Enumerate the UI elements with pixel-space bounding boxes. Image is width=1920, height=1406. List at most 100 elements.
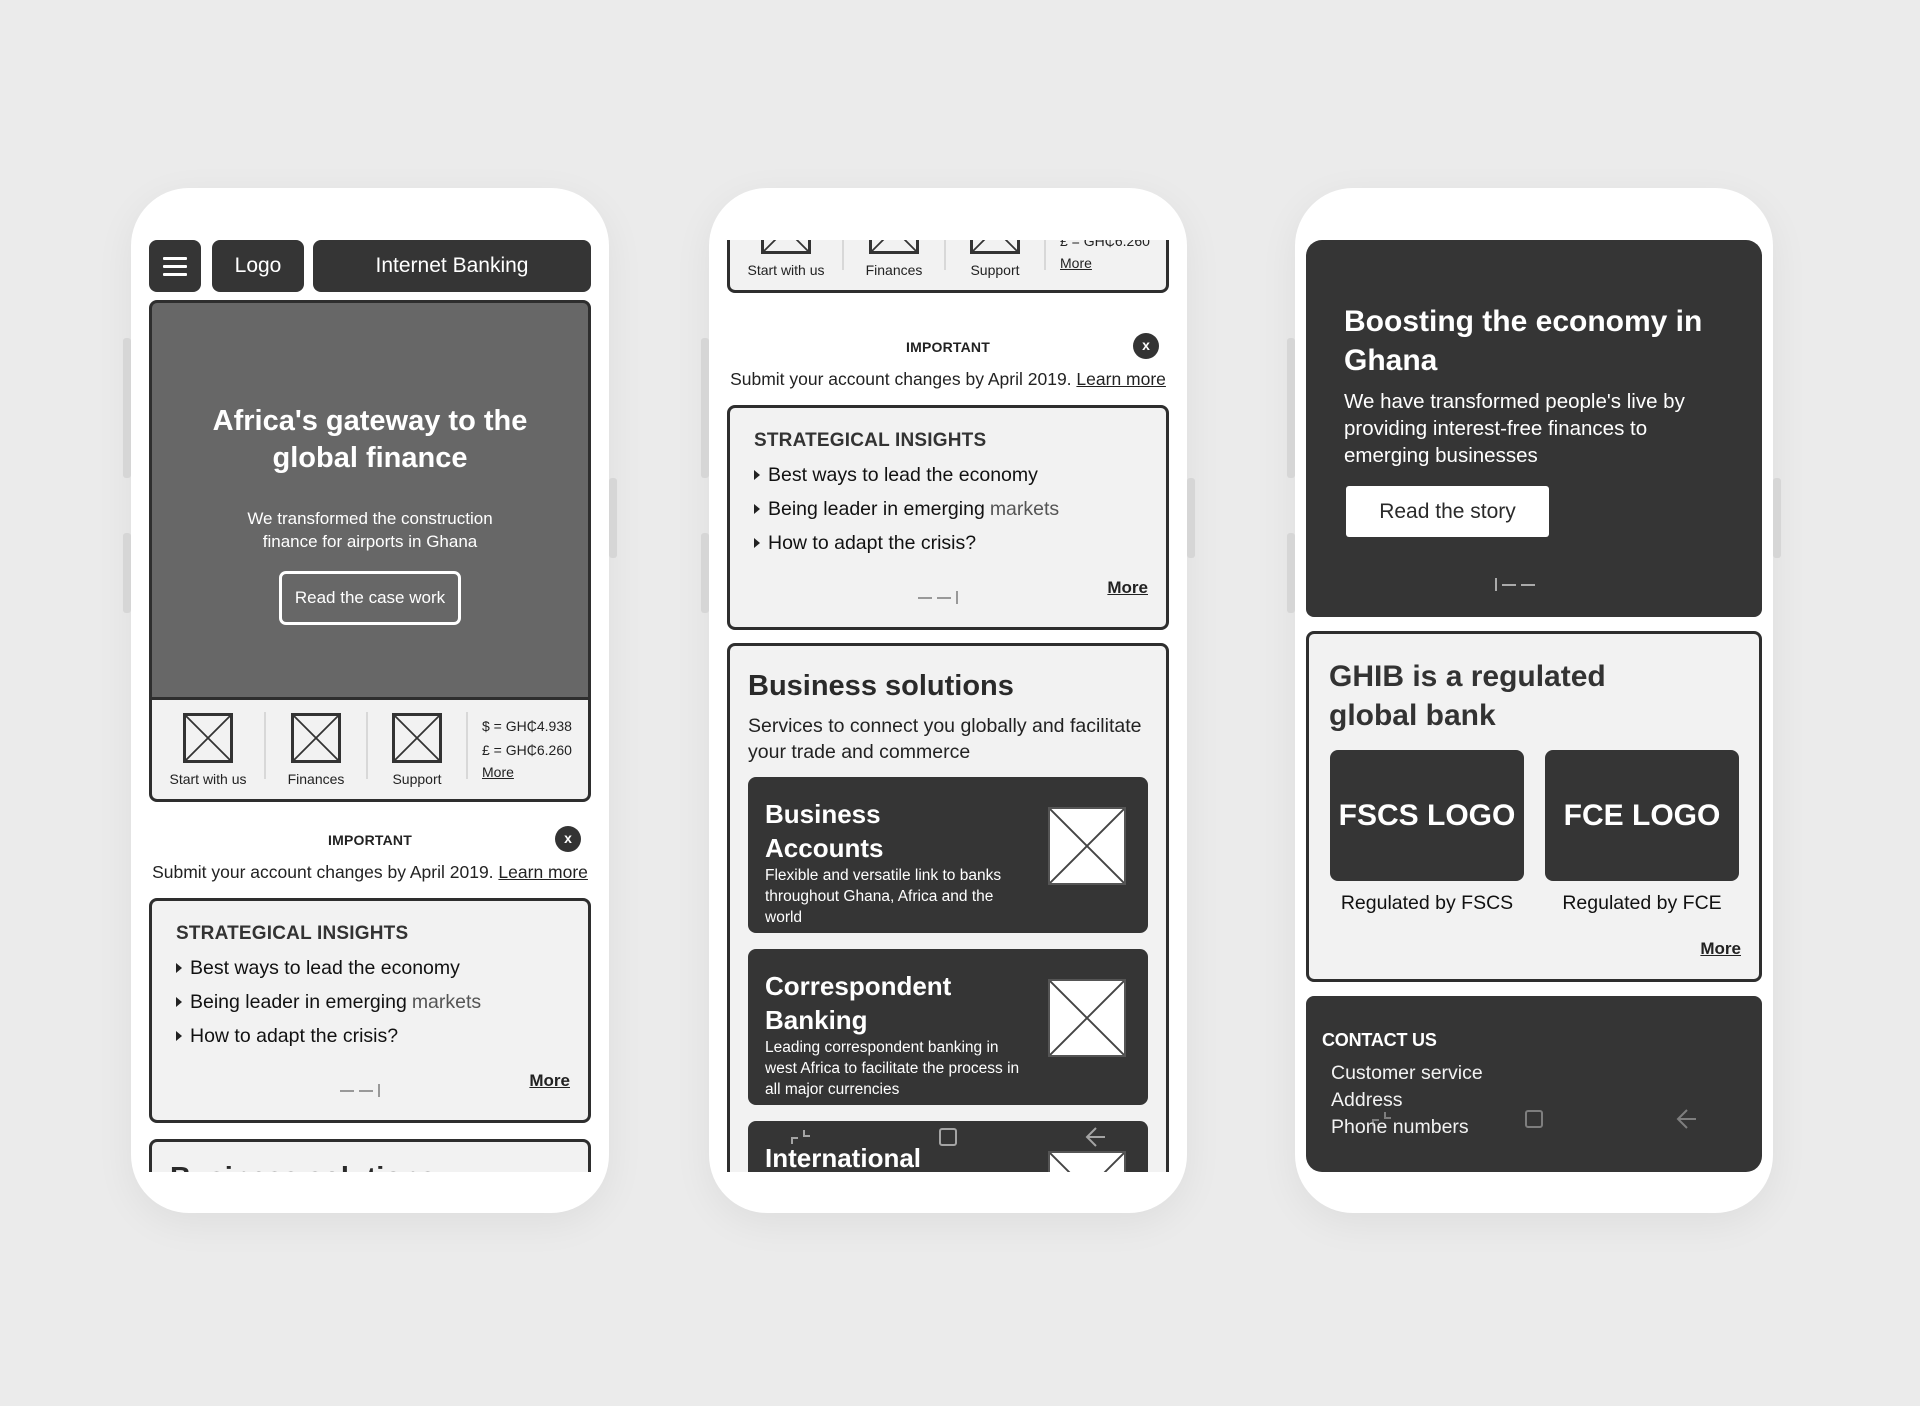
- phone-side-button: [1287, 533, 1295, 613]
- close-notice-button[interactable]: x: [1133, 333, 1159, 359]
- insight-item[interactable]: How to adapt the crisis?: [754, 526, 1166, 560]
- quick-link-finances[interactable]: Finances: [266, 700, 366, 799]
- image-placeholder-icon: [291, 713, 341, 763]
- important-notice: IMPORTANT x Submit your account changes …: [727, 333, 1169, 390]
- quick-link-finances[interactable]: Finances: [844, 240, 944, 290]
- quick-link-start[interactable]: Start with us: [730, 240, 842, 290]
- back-icon[interactable]: [1082, 1124, 1108, 1150]
- insights-title: STRATEGICAL INSIGHTS: [176, 923, 409, 944]
- caret-right-icon: [754, 470, 760, 480]
- phone-side-button: [701, 533, 709, 613]
- phone-side-button: [1773, 478, 1781, 558]
- business-solutions-card: Business solutions Services to connect y…: [727, 643, 1169, 1172]
- service-description: Flexible and versatile link to banks thr…: [765, 867, 1002, 926]
- phone-side-button: [1287, 338, 1295, 478]
- insights-more-link[interactable]: More: [1107, 578, 1148, 598]
- close-notice-button[interactable]: x: [555, 826, 581, 852]
- exchange-rates: $ = GH₵4.938 £ = GH₵6.260 More: [468, 700, 572, 799]
- insights-more-link[interactable]: More: [529, 1071, 570, 1091]
- business-solutions-subtitle: Services to connect you globally and fac…: [748, 715, 1142, 763]
- contact-us-section: CONTACT US Customer service Address Phon…: [1306, 996, 1762, 1172]
- quick-link-start[interactable]: Start with us: [152, 700, 264, 799]
- hamburger-icon: [163, 252, 187, 281]
- rates-more-link[interactable]: More: [1060, 253, 1150, 273]
- rate-usd: $ = GH₵4.938: [482, 718, 572, 734]
- phone-mockup-2: Start with us Finances Support $ = GH₵4.…: [701, 188, 1195, 1213]
- story-text: We have transformed people's live by pro…: [1344, 390, 1685, 467]
- contact-link-customer-service[interactable]: Customer service: [1331, 1060, 1483, 1087]
- learn-more-link[interactable]: Learn more: [498, 862, 588, 882]
- image-placeholder-icon: [1048, 807, 1126, 885]
- caret-right-icon: [754, 504, 760, 514]
- service-card-business-accounts[interactable]: Business Accounts Flexible and versatile…: [748, 777, 1148, 933]
- quick-links-bar: Start with us Finances Support $ = GH₵4.…: [727, 240, 1169, 293]
- insight-item[interactable]: Being leader in emerging markets: [176, 985, 588, 1019]
- home-icon[interactable]: [935, 1124, 961, 1150]
- phone-side-button: [123, 338, 131, 478]
- phone-side-button: [701, 338, 709, 478]
- phone-side-button: [123, 533, 131, 613]
- internet-banking-button[interactable]: Internet Banking: [313, 240, 591, 292]
- business-solutions-title: Business solutions: [748, 670, 1014, 702]
- hero-subtitle: We transformed the construction finance …: [247, 509, 493, 551]
- notice-message: Submit your account changes by April 201…: [152, 862, 494, 882]
- notice-title: IMPORTANT: [906, 339, 990, 355]
- quick-link-label: Support: [970, 262, 1020, 278]
- contact-title: CONTACT US: [1322, 1030, 1437, 1050]
- phone-mockup-1: Logo Internet Banking Africa's gateway t…: [123, 188, 617, 1213]
- carousel-pager[interactable]: [918, 591, 958, 604]
- insight-item[interactable]: Best ways to lead the economy: [754, 458, 1166, 492]
- notice-message: Submit your account changes by April 201…: [730, 369, 1072, 389]
- phone-side-button: [1187, 478, 1195, 558]
- recent-apps-icon[interactable]: [788, 1124, 814, 1150]
- quick-link-label: Start with us: [169, 771, 247, 787]
- screen-home-bottom: Boosting the economy in Ghana We have tr…: [1306, 240, 1762, 1172]
- rate-gbp: £ = GH₵6.260: [482, 742, 572, 758]
- hero-title: Africa's gateway to the global finance: [212, 405, 528, 474]
- image-placeholder-icon: [869, 240, 919, 254]
- logo-button[interactable]: Logo: [212, 240, 304, 292]
- learn-more-link[interactable]: Learn more: [1076, 369, 1166, 389]
- insight-item[interactable]: How to adapt the crisis?: [176, 1019, 588, 1053]
- quick-link-label: Support: [392, 771, 442, 787]
- regulated-more-link[interactable]: More: [1700, 939, 1741, 959]
- strategical-insights-card: STRATEGICAL INSIGHTS Best ways to lead t…: [727, 405, 1169, 630]
- strategical-insights-card: STRATEGICAL INSIGHTS Best ways to lead t…: [149, 898, 591, 1123]
- notice-title: IMPORTANT: [328, 832, 412, 848]
- phone-side-button: [609, 478, 617, 558]
- read-story-button[interactable]: Read the story: [1346, 486, 1549, 537]
- quick-link-label: Finances: [287, 771, 345, 787]
- regulated-bank-card: GHIB is a regulated global bank FSCS LOG…: [1306, 631, 1762, 982]
- service-card-correspondent-banking[interactable]: Correspondent Banking Leading correspond…: [748, 949, 1148, 1105]
- quick-link-label: Start with us: [747, 262, 825, 278]
- quick-link-support[interactable]: Support: [368, 700, 466, 799]
- system-nav-bar: [1306, 1099, 1762, 1139]
- caret-right-icon: [176, 997, 182, 1007]
- quick-link-label: Finances: [865, 262, 923, 278]
- logo-caption: Regulated by FCE: [1562, 892, 1722, 914]
- quick-links-bar: Start with us Finances Support $ = GH₵4.…: [149, 697, 591, 802]
- insights-title: STRATEGICAL INSIGHTS: [754, 430, 987, 451]
- menu-button[interactable]: [149, 240, 201, 292]
- caret-right-icon: [176, 1031, 182, 1041]
- service-title: Business Accounts: [765, 799, 884, 863]
- screen-home-top: Logo Internet Banking Africa's gateway t…: [149, 240, 591, 1172]
- rates-more-link[interactable]: More: [482, 762, 572, 782]
- recent-apps-icon[interactable]: [1369, 1106, 1395, 1132]
- screen-home-scrolled: Start with us Finances Support $ = GH₵4.…: [727, 240, 1169, 1172]
- carousel-pager[interactable]: [1495, 578, 1535, 591]
- insight-item[interactable]: Best ways to lead the economy: [176, 951, 588, 985]
- phone-mockup-3: Boosting the economy in Ghana We have tr…: [1287, 188, 1781, 1213]
- caret-right-icon: [176, 963, 182, 973]
- back-icon[interactable]: [1673, 1106, 1699, 1132]
- insight-item[interactable]: Being leader in emerging markets: [754, 492, 1166, 526]
- caret-right-icon: [754, 538, 760, 548]
- service-description: Leading correspondent banking in west Af…: [765, 1039, 1020, 1098]
- quick-link-support[interactable]: Support: [946, 240, 1044, 290]
- logo-caption: Regulated by FSCS: [1340, 892, 1514, 914]
- home-icon[interactable]: [1521, 1106, 1547, 1132]
- image-placeholder-icon: [392, 713, 442, 763]
- read-case-work-button[interactable]: Read the case work: [278, 571, 462, 625]
- story-banner: Boosting the economy in Ghana We have tr…: [1306, 240, 1762, 617]
- carousel-pager[interactable]: [340, 1084, 380, 1097]
